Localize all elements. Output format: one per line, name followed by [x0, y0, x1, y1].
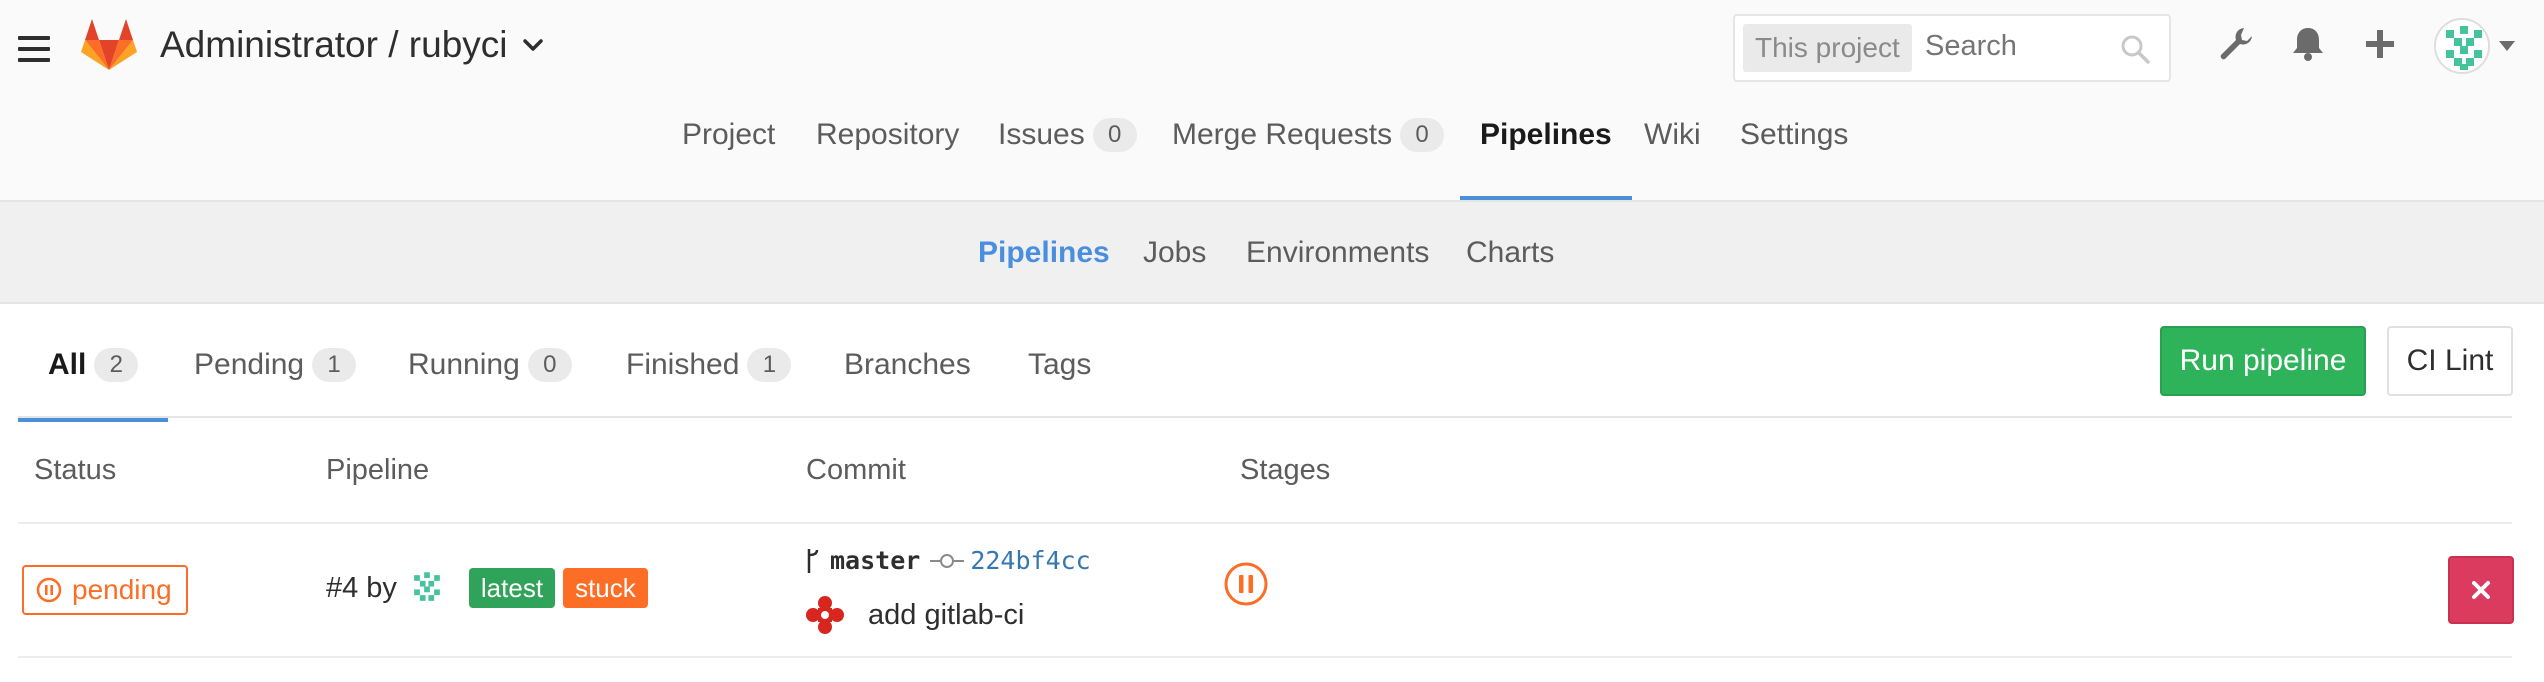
- stuck-label: stuck: [563, 568, 648, 608]
- status-badge[interactable]: pending: [22, 565, 188, 615]
- branch-name-link[interactable]: master: [830, 546, 920, 575]
- user-menu[interactable]: [2434, 18, 2524, 74]
- table-row: pending #4 by latest stuck master 224bf4…: [18, 524, 2514, 658]
- bell-icon[interactable]: [2288, 24, 2328, 64]
- wrench-icon[interactable]: [2216, 24, 2256, 64]
- nav-item-label[interactable]: Pipelines: [1480, 118, 1612, 152]
- pipelines-table-header: Status Pipeline Commit Stages: [18, 418, 2512, 524]
- search-box[interactable]: This project: [1733, 14, 2171, 82]
- tab-count-badge: 2: [94, 348, 139, 382]
- hamburger-icon[interactable]: [18, 36, 50, 62]
- merge-requests-count-badge: 0: [1400, 118, 1445, 152]
- run-pipeline-button[interactable]: Run pipeline: [2160, 326, 2366, 396]
- column-header-stages: Stages: [1240, 454, 1331, 486]
- commit-sha-link[interactable]: 224bf4cc: [970, 546, 1090, 575]
- nav-item-repository[interactable]: Repository: [816, 118, 959, 200]
- tab-finished[interactable]: Finished 1: [626, 348, 792, 382]
- chevron-down-icon[interactable]: [522, 34, 544, 56]
- tab-label[interactable]: All: [48, 348, 86, 382]
- pipeline-info: #4 by latest stuck: [326, 568, 648, 608]
- branch-icon: [807, 548, 819, 573]
- pending-status-icon: [36, 577, 62, 603]
- nav-item-project[interactable]: Project: [682, 118, 775, 200]
- caret-down-icon[interactable]: [2498, 40, 2516, 52]
- search-scope-badge: This project: [1743, 24, 1912, 72]
- tab-count-badge: 0: [527, 348, 572, 382]
- nav-item-issues[interactable]: Issues 0: [998, 118, 1137, 200]
- nav-item-pipelines[interactable]: Pipelines: [1460, 118, 1632, 200]
- pipeline-by-text: by: [366, 571, 397, 604]
- project-title-text[interactable]: Administrator / rubyci: [160, 24, 508, 66]
- project-nav: Project Repository Issues 0 Merge Request…: [0, 118, 2544, 200]
- gitlab-logo[interactable]: [80, 16, 138, 74]
- subnav-item-environments[interactable]: Environments: [1246, 236, 1429, 270]
- nav-item-settings[interactable]: Settings: [1740, 118, 1848, 200]
- tab-all[interactable]: All 2: [17, 348, 169, 422]
- column-header-pipeline: Pipeline: [326, 454, 430, 486]
- commit-author-avatar[interactable]: [804, 594, 846, 636]
- tab-count-badge: 1: [312, 348, 357, 382]
- nav-item-label[interactable]: Project: [682, 118, 775, 152]
- top-header: Administrator / rubyci This project Sear…: [0, 0, 2544, 202]
- commit-ref: master 224bf4cc: [804, 546, 1091, 575]
- tab-pending[interactable]: Pending 1: [194, 348, 357, 382]
- stage-pending-icon[interactable]: [1222, 560, 1270, 608]
- tab-label[interactable]: Tags: [1028, 348, 1091, 382]
- tab-label[interactable]: Running: [408, 348, 520, 382]
- tab-running[interactable]: Running 0: [408, 348, 572, 382]
- column-header-status: Status: [34, 454, 117, 486]
- nav-item-merge-requests[interactable]: Merge Requests 0: [1172, 118, 1445, 200]
- plus-icon[interactable]: [2360, 24, 2400, 64]
- pipeline-scope-tabs: All 2 Pending 1 Running 0 Finished 1 Branche…: [17, 304, 2512, 422]
- cancel-pipeline-button[interactable]: [2448, 556, 2514, 624]
- tab-label[interactable]: Finished: [626, 348, 739, 382]
- tab-tags[interactable]: Tags: [1028, 348, 1091, 382]
- search-icon: [2121, 35, 2150, 64]
- commit-message-line: add gitlab-ci: [804, 594, 1024, 636]
- tab-label[interactable]: Branches: [844, 348, 971, 382]
- nav-item-label[interactable]: Repository: [816, 118, 959, 152]
- nav-item-label[interactable]: Issues: [998, 118, 1085, 152]
- nav-item-label[interactable]: Settings: [1740, 118, 1848, 152]
- avatar[interactable]: [2434, 18, 2490, 74]
- avatar[interactable]: [406, 568, 447, 608]
- project-title[interactable]: Administrator / rubyci: [160, 24, 544, 66]
- pipelines-subnav: Pipelines Jobs Environments Charts: [0, 202, 2544, 304]
- nav-item-wiki[interactable]: Wiki: [1644, 118, 1701, 200]
- ci-lint-button[interactable]: CI Lint: [2387, 326, 2513, 396]
- nav-item-label[interactable]: Merge Requests: [1172, 118, 1392, 152]
- subnav-item-pipelines[interactable]: Pipelines: [978, 236, 1110, 270]
- tab-branches[interactable]: Branches: [844, 348, 971, 382]
- column-header-commit: Commit: [806, 454, 906, 486]
- commit-icon: [930, 553, 965, 568]
- tab-label[interactable]: Pending: [194, 348, 304, 382]
- close-icon: [2472, 581, 2490, 599]
- tab-count-badge: 1: [747, 348, 792, 382]
- commit-message-link[interactable]: add gitlab-ci: [868, 599, 1024, 632]
- search-input[interactable]: [1925, 30, 2105, 63]
- subnav-item-charts[interactable]: Charts: [1466, 236, 1554, 270]
- latest-label: latest: [468, 568, 556, 608]
- status-text[interactable]: pending: [72, 574, 172, 606]
- issues-count-badge: 0: [1092, 118, 1137, 152]
- nav-item-label[interactable]: Wiki: [1644, 118, 1701, 152]
- subnav-item-jobs[interactable]: Jobs: [1143, 236, 1206, 270]
- pipeline-id-link[interactable]: #4: [326, 572, 358, 605]
